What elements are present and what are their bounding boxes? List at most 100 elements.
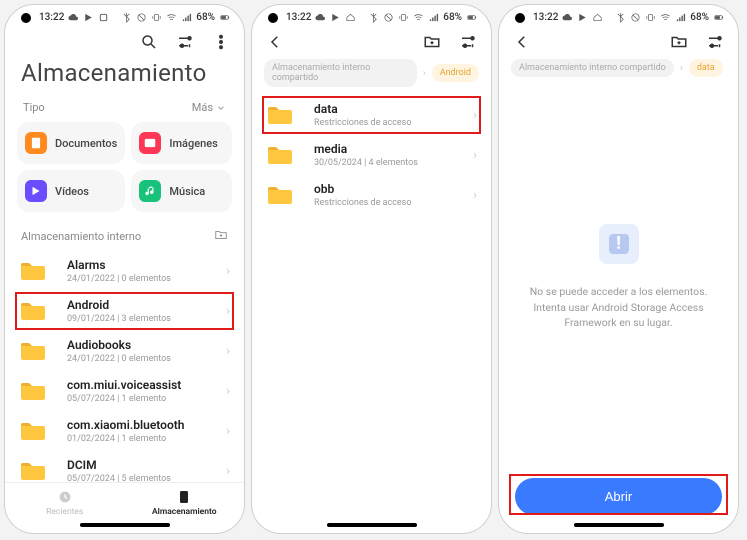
camera-cutout [515, 13, 525, 23]
category-vid[interactable]: Vídeos [17, 170, 125, 212]
folder-subtitle: 01/02/2024 | 1 elemento [67, 434, 216, 444]
bluetooth-icon [121, 12, 132, 23]
status-time: 13:22 [286, 12, 311, 23]
folder-subtitle: 30/05/2024 | 4 elementos [314, 158, 463, 168]
overflow-icon[interactable] [212, 33, 230, 51]
chevron-right-icon: › [226, 424, 230, 439]
breadcrumb: Almacenamiento interno compartido›Androi… [252, 57, 491, 95]
folder-subtitle: 09/01/2024 | 3 elementos [67, 314, 216, 324]
folder-icon [266, 143, 294, 167]
folder-row[interactable]: media 30/05/2024 | 4 elementos › [252, 135, 491, 175]
folder-name: com.miui.voiceassist [67, 378, 216, 392]
folder-row[interactable]: DCIM 05/07/2024 | 5 elementos › [5, 451, 244, 482]
category-mus[interactable]: Música [131, 170, 232, 212]
settings-icon[interactable] [459, 33, 477, 51]
signal-icon [675, 12, 686, 23]
nav-storage[interactable]: Almacenamiento [125, 489, 245, 517]
alert-icon: ! [599, 224, 639, 264]
breadcrumb-item[interactable]: Android [432, 64, 479, 82]
mus-icon [139, 180, 161, 202]
new-folder-icon[interactable] [670, 33, 688, 51]
bluetooth-icon [368, 12, 379, 23]
type-row: Tipo Más [5, 97, 244, 122]
settings-icon[interactable] [176, 33, 194, 51]
crumb-sep: › [680, 63, 683, 74]
status-time: 13:22 [39, 12, 64, 23]
cloud-icon [315, 12, 326, 23]
folder-name: Audiobooks [67, 338, 216, 352]
folder-row[interactable]: Alarms 24/01/2022 | 0 elementos › [5, 251, 244, 291]
category-label: Vídeos [55, 185, 89, 198]
folder-name: com.xiaomi.bluetooth [67, 418, 216, 432]
folder-icon [266, 103, 294, 127]
category-doc[interactable]: Documentos [17, 122, 125, 164]
settings-icon[interactable] [706, 33, 724, 51]
chevron-down-icon [216, 103, 226, 113]
folder-row[interactable]: Android 09/01/2024 | 3 elementos › [5, 291, 244, 331]
top-bar [499, 27, 738, 57]
play-icon [83, 12, 94, 23]
folder-row[interactable]: com.miui.voiceassist 05/07/2024 | 1 elem… [5, 371, 244, 411]
status-battery: 68% [443, 12, 462, 23]
new-folder-icon[interactable] [423, 33, 441, 51]
chevron-right-icon: › [226, 304, 230, 319]
status-battery: 68% [196, 12, 215, 23]
breadcrumb-item[interactable]: Almacenamiento interno compartido [511, 59, 674, 77]
new-folder-icon[interactable] [214, 228, 228, 245]
status-bar: 13:22 68% [5, 5, 244, 27]
bottom-nav: Recientes Almacenamiento [5, 482, 244, 519]
gesture-bar [574, 523, 664, 527]
screen-data-folder: 13:22 68% Almacenamiento interno compart… [498, 4, 739, 534]
battery-icon [466, 12, 477, 23]
folder-name: DCIM [67, 458, 216, 472]
folder-subtitle: 05/07/2024 | 1 elemento [67, 394, 216, 404]
folder-subtitle: 24/01/2022 | 0 elementos [67, 354, 216, 364]
folder-name: Android [67, 298, 216, 312]
doc-icon [25, 132, 47, 154]
open-button[interactable]: Abrir [515, 478, 722, 515]
type-label: Tipo [23, 101, 45, 114]
breadcrumb: Almacenamiento interno compartido › data [499, 57, 738, 85]
chevron-right-icon: › [226, 464, 230, 479]
dnd-icon [383, 12, 394, 23]
breadcrumb-item[interactable]: data [689, 59, 723, 77]
folder-subtitle: Restricciones de acceso [314, 198, 463, 208]
folder-row[interactable]: com.xiaomi.bluetooth 01/02/2024 | 1 elem… [5, 411, 244, 451]
wifi-icon [166, 12, 177, 23]
folder-name: media [314, 142, 463, 156]
vibrate-icon [398, 12, 409, 23]
play-icon [577, 12, 588, 23]
home-icon [592, 12, 603, 23]
back-icon[interactable] [266, 33, 284, 51]
folder-name: obb [314, 182, 463, 196]
play-icon [330, 12, 341, 23]
breadcrumb-item[interactable]: Almacenamiento interno compartido [264, 59, 417, 87]
folder-name: Alarms [67, 258, 216, 272]
screen-android-folder: 13:22 68% Almacenamiento interno compart… [251, 4, 492, 534]
folder-name: data [314, 102, 463, 116]
folder-icon [19, 459, 47, 482]
type-more[interactable]: Más [192, 101, 226, 114]
folder-row[interactable]: Audiobooks 24/01/2022 | 0 elementos › [5, 331, 244, 371]
empty-state: ! No se puede acceder a los elementos. I… [499, 85, 738, 470]
screen-storage-home: 13:22 68% Almacenamiento Tipo Más D [4, 4, 245, 534]
folder-row[interactable]: data Restricciones de acceso › [252, 95, 491, 135]
search-icon[interactable] [140, 33, 158, 51]
folder-row[interactable]: obb Restricciones de acceso › [252, 175, 491, 215]
folder-icon [19, 299, 47, 323]
folder-icon [266, 183, 294, 207]
camera-cutout [21, 13, 31, 23]
folder-subtitle: Restricciones de acceso [314, 118, 463, 128]
back-icon[interactable] [513, 33, 531, 51]
gesture-bar [80, 523, 170, 527]
category-img[interactable]: Imágenes [131, 122, 232, 164]
battery-icon [219, 12, 230, 23]
cloud-icon [68, 12, 79, 23]
folder-subtitle: 05/07/2024 | 5 elementos [67, 474, 216, 482]
nav-recent[interactable]: Recientes [5, 489, 125, 517]
category-label: Música [169, 185, 205, 198]
cloud-icon [562, 12, 573, 23]
chevron-right-icon: › [473, 148, 477, 163]
folder-subtitle: 24/01/2022 | 0 elementos [67, 274, 216, 284]
signal-icon [181, 12, 192, 23]
